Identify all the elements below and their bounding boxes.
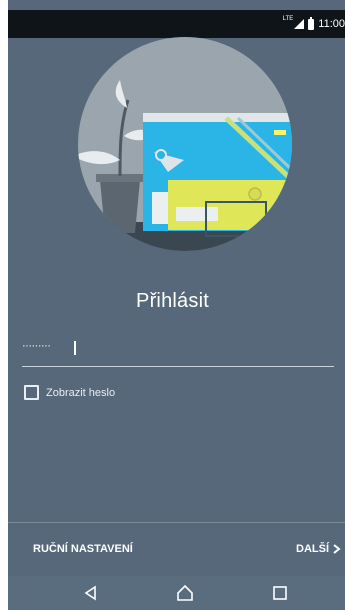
home-icon[interactable] bbox=[176, 584, 194, 602]
password-underline bbox=[22, 366, 334, 367]
envelope-yellow bbox=[152, 180, 288, 237]
password-masked-value: ········· bbox=[22, 340, 51, 352]
phone-screen: LTE 11:00 Přihlásit ········· Zobrazit h… bbox=[8, 0, 345, 610]
email-illustration bbox=[78, 37, 292, 251]
next-label: DALŠÍ bbox=[296, 543, 329, 555]
show-password-checkbox[interactable]: Zobrazit heslo bbox=[24, 385, 115, 400]
navigation-bar bbox=[8, 576, 345, 610]
manual-setup-button[interactable]: RUČNÍ NASTAVENÍ bbox=[33, 543, 133, 555]
chevron-right-icon bbox=[333, 544, 341, 554]
footer-divider bbox=[8, 522, 345, 523]
show-password-label: Zobrazit heslo bbox=[46, 386, 116, 399]
text-cursor bbox=[74, 341, 76, 355]
back-icon[interactable] bbox=[82, 584, 100, 602]
page-title: Přihlásit bbox=[136, 290, 209, 312]
checkbox-icon[interactable] bbox=[24, 385, 39, 400]
next-button[interactable]: DALŠÍ bbox=[296, 543, 341, 555]
password-field[interactable]: ········· bbox=[22, 338, 292, 360]
recents-icon[interactable] bbox=[271, 584, 289, 602]
